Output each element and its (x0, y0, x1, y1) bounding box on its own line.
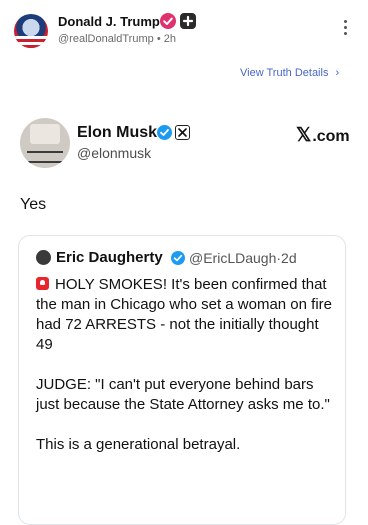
plus-badge-icon (180, 13, 196, 29)
quoted-author-avatar[interactable] (36, 250, 51, 265)
more-options-icon[interactable] (337, 20, 353, 42)
quoted-paragraph-text: HOLY SMOKES! It's been confirmed that th… (36, 276, 332, 353)
author-handle[interactable]: @realDonaldTrump (58, 33, 154, 45)
author-avatar[interactable] (14, 14, 48, 48)
quoted-post-text: HOLY SMOKES! It's been confirmed that th… (36, 275, 336, 475)
embed-site-link[interactable]: 𝕏.com (296, 124, 350, 147)
post-time: 2h (163, 33, 176, 45)
embed-author-handle[interactable]: @elonmusk (77, 145, 151, 161)
x-verified-badge-icon (157, 125, 172, 140)
embed-post-text: Yes (20, 196, 47, 213)
x-logo-icon (175, 125, 190, 140)
author-name[interactable]: Donald J. Trump (58, 14, 160, 29)
embed-author-name[interactable]: Elon Musk (77, 124, 157, 142)
embed-site-suffix: .com (312, 128, 350, 145)
quoted-author-name[interactable]: Eric Daugherty (56, 249, 163, 266)
quoted-paragraph: This is a generational betrayal. (36, 436, 241, 453)
embed-avatar[interactable] (20, 118, 70, 168)
quoted-verified-badge-icon (171, 251, 185, 265)
quoted-time: 2d (281, 250, 297, 266)
author-meta: @realDonaldTrump • 2h (58, 33, 176, 45)
meta-separator: • (156, 33, 161, 45)
quoted-paragraph: JUDGE: "I can't put everyone behind bars… (36, 376, 330, 413)
siren-icon (36, 277, 49, 290)
view-details-label: View Truth Details (240, 67, 329, 79)
quoted-paragraph: HOLY SMOKES! It's been confirmed that th… (36, 275, 336, 355)
view-truth-details-link[interactable]: View Truth Details › (240, 67, 339, 79)
chevron-right-icon: › (335, 67, 340, 79)
verified-badge-icon (160, 13, 176, 29)
quoted-meta: @EricLDaugh·2d (189, 250, 297, 266)
quoted-author-handle[interactable]: @EricLDaugh (189, 250, 276, 266)
x-logo-mark-icon: 𝕏 (296, 125, 312, 146)
